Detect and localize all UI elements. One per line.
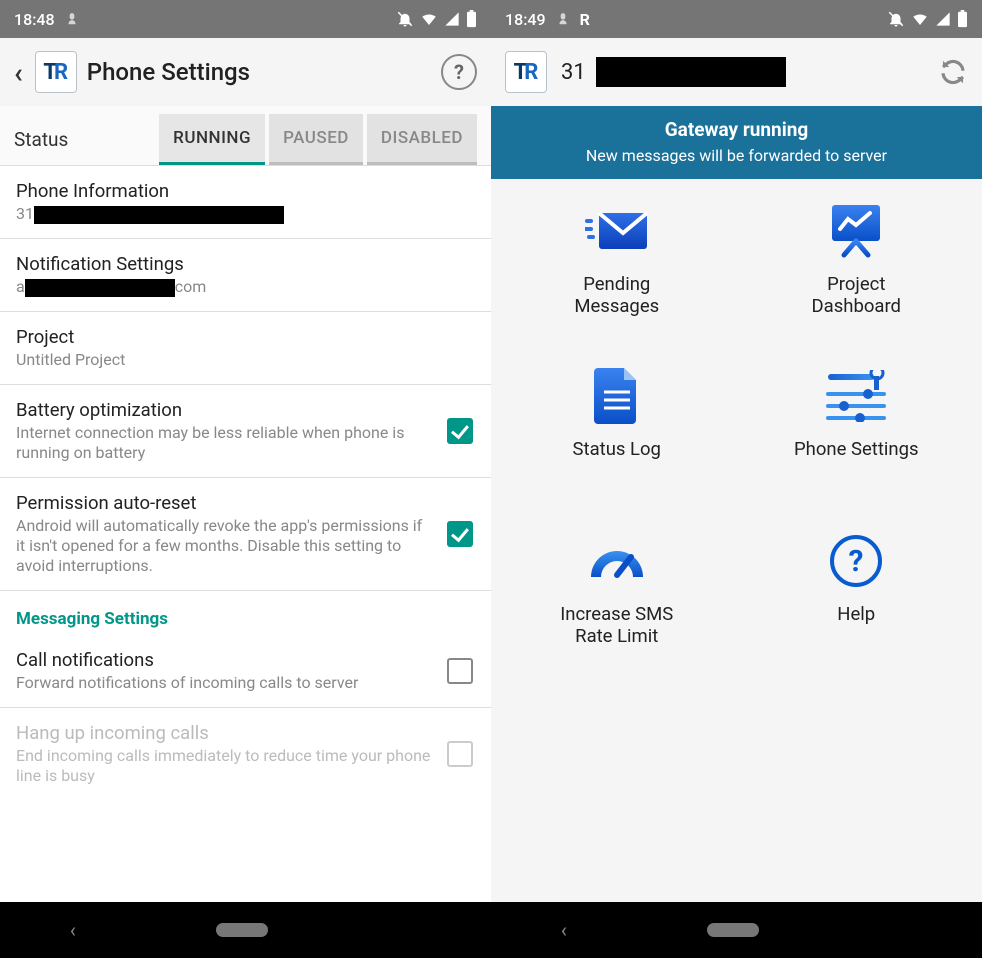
perm-desc: Android will automatically revoke the ap… xyxy=(16,516,431,576)
sliders-icon xyxy=(826,370,886,422)
app-logo: TR xyxy=(505,51,547,93)
nav-spacer xyxy=(898,923,912,937)
messaging-settings-header: Messaging Settings xyxy=(0,591,491,635)
tile-phone-settings[interactable]: Phone Settings xyxy=(737,362,977,527)
item-battery-optimization[interactable]: Battery optimization Internet connection… xyxy=(0,385,491,478)
signal-icon xyxy=(935,11,951,27)
app-icon-small xyxy=(65,12,79,26)
notif-value: acom xyxy=(16,277,475,297)
app-icon-small xyxy=(556,12,570,26)
refresh-button[interactable] xyxy=(938,57,968,87)
screen-title: Phone Settings xyxy=(87,58,250,86)
tile-help[interactable]: ? Help xyxy=(737,527,977,692)
nav-spacer xyxy=(407,923,421,937)
presentation-icon xyxy=(826,203,886,259)
tab-paused[interactable]: PAUSED xyxy=(269,114,363,165)
dnd-icon xyxy=(887,10,905,28)
tile-status-log[interactable]: Status Log xyxy=(497,362,737,527)
gateway-status-banner: Gateway running New messages will be for… xyxy=(491,106,982,179)
nav-back[interactable]: ‹ xyxy=(561,918,567,942)
battery-checkbox[interactable] xyxy=(447,418,473,444)
hangup-desc: End incoming calls immediately to reduce… xyxy=(16,746,431,786)
perm-title: Permission auto-reset xyxy=(16,492,431,514)
android-nav-bar: ‹ xyxy=(491,902,982,958)
gauge-icon xyxy=(587,541,647,581)
item-call-notifications[interactable]: Call notifications Forward notifications… xyxy=(0,635,491,708)
hangup-title: Hang up incoming calls xyxy=(16,722,431,744)
dnd-icon xyxy=(396,10,414,28)
banner-title: Gateway running xyxy=(491,116,982,144)
dashboard-grid: Pending Messages Project Dashboard xyxy=(491,179,982,902)
hangup-checkbox xyxy=(447,741,473,767)
item-permission-auto-reset[interactable]: Permission auto-reset Android will autom… xyxy=(0,478,491,591)
battery-title: Battery optimization xyxy=(16,399,431,421)
tile-label: Project Dashboard xyxy=(786,273,926,317)
project-title: Project xyxy=(16,326,475,348)
svg-text:?: ? xyxy=(849,544,864,579)
phone-info-title: Phone Information xyxy=(16,180,475,202)
envelope-icon xyxy=(585,207,649,255)
battery-desc: Internet connection may be less reliable… xyxy=(16,423,431,463)
callnotif-checkbox[interactable] xyxy=(447,658,473,684)
dashboard-screen: 18:49 R TR 31 Gateway running New messag… xyxy=(491,0,982,958)
title-bar: ‹ TR Phone Settings ? xyxy=(0,38,491,106)
item-hang-up-calls: Hang up incoming calls End incoming call… xyxy=(0,708,491,800)
wifi-icon xyxy=(420,10,438,28)
tab-running[interactable]: RUNNING xyxy=(159,114,265,165)
title-bar: TR 31 xyxy=(491,38,982,106)
tile-label: Phone Settings xyxy=(786,438,926,460)
wifi-icon xyxy=(911,10,929,28)
item-notification-settings[interactable]: Notification Settings acom xyxy=(0,239,491,312)
tile-increase-rate[interactable]: Increase SMS Rate Limit xyxy=(497,527,737,692)
android-nav-bar: ‹ xyxy=(0,902,491,958)
back-button[interactable]: ‹ xyxy=(14,56,25,89)
tile-project-dashboard[interactable]: Project Dashboard xyxy=(737,197,977,362)
redacted-email xyxy=(25,279,175,297)
item-project[interactable]: Project Untitled Project xyxy=(0,312,491,385)
project-value: Untitled Project xyxy=(16,350,475,370)
nav-home[interactable] xyxy=(707,923,759,937)
phone-settings-screen: 18:48 ‹ TR Phone Settings ? Status RUNNI… xyxy=(0,0,491,958)
signal-icon xyxy=(444,11,460,27)
tile-label: Increase SMS Rate Limit xyxy=(547,603,687,647)
app-logo: TR xyxy=(35,51,77,93)
redacted-phone xyxy=(34,206,284,224)
settings-list[interactable]: Phone Information 31 Notification Settin… xyxy=(0,166,491,902)
tile-pending-messages[interactable]: Pending Messages xyxy=(497,197,737,362)
tile-label: Help xyxy=(786,603,926,625)
phone-prefix: 31 xyxy=(561,60,586,85)
document-icon xyxy=(594,368,640,424)
perm-checkbox[interactable] xyxy=(447,521,473,547)
tab-disabled[interactable]: DISABLED xyxy=(367,114,477,165)
tile-label: Pending Messages xyxy=(547,273,687,317)
callnotif-desc: Forward notifications of incoming calls … xyxy=(16,673,431,693)
status-time: 18:49 xyxy=(505,10,546,29)
callnotif-title: Call notifications xyxy=(16,649,431,671)
nav-home[interactable] xyxy=(216,923,268,937)
redacted-phone xyxy=(596,57,786,87)
status-label: Status xyxy=(14,128,68,151)
status-tabs-row: Status RUNNING PAUSED DISABLED xyxy=(0,106,491,166)
help-button[interactable]: ? xyxy=(441,54,477,90)
nav-back[interactable]: ‹ xyxy=(70,918,76,942)
android-status-bar: 18:49 R xyxy=(491,0,982,38)
status-time: 18:48 xyxy=(14,10,55,29)
battery-icon xyxy=(957,10,968,28)
help-icon: ? xyxy=(829,534,883,588)
android-status-bar: 18:48 xyxy=(0,0,491,38)
notif-title: Notification Settings xyxy=(16,253,475,275)
phone-info-value: 31 xyxy=(16,204,475,224)
battery-icon xyxy=(466,10,477,28)
item-phone-information[interactable]: Phone Information 31 xyxy=(0,166,491,239)
tile-label: Status Log xyxy=(547,438,687,460)
app-letter-icon: R xyxy=(580,10,590,29)
banner-subtitle: New messages will be forwarded to server xyxy=(491,144,982,167)
